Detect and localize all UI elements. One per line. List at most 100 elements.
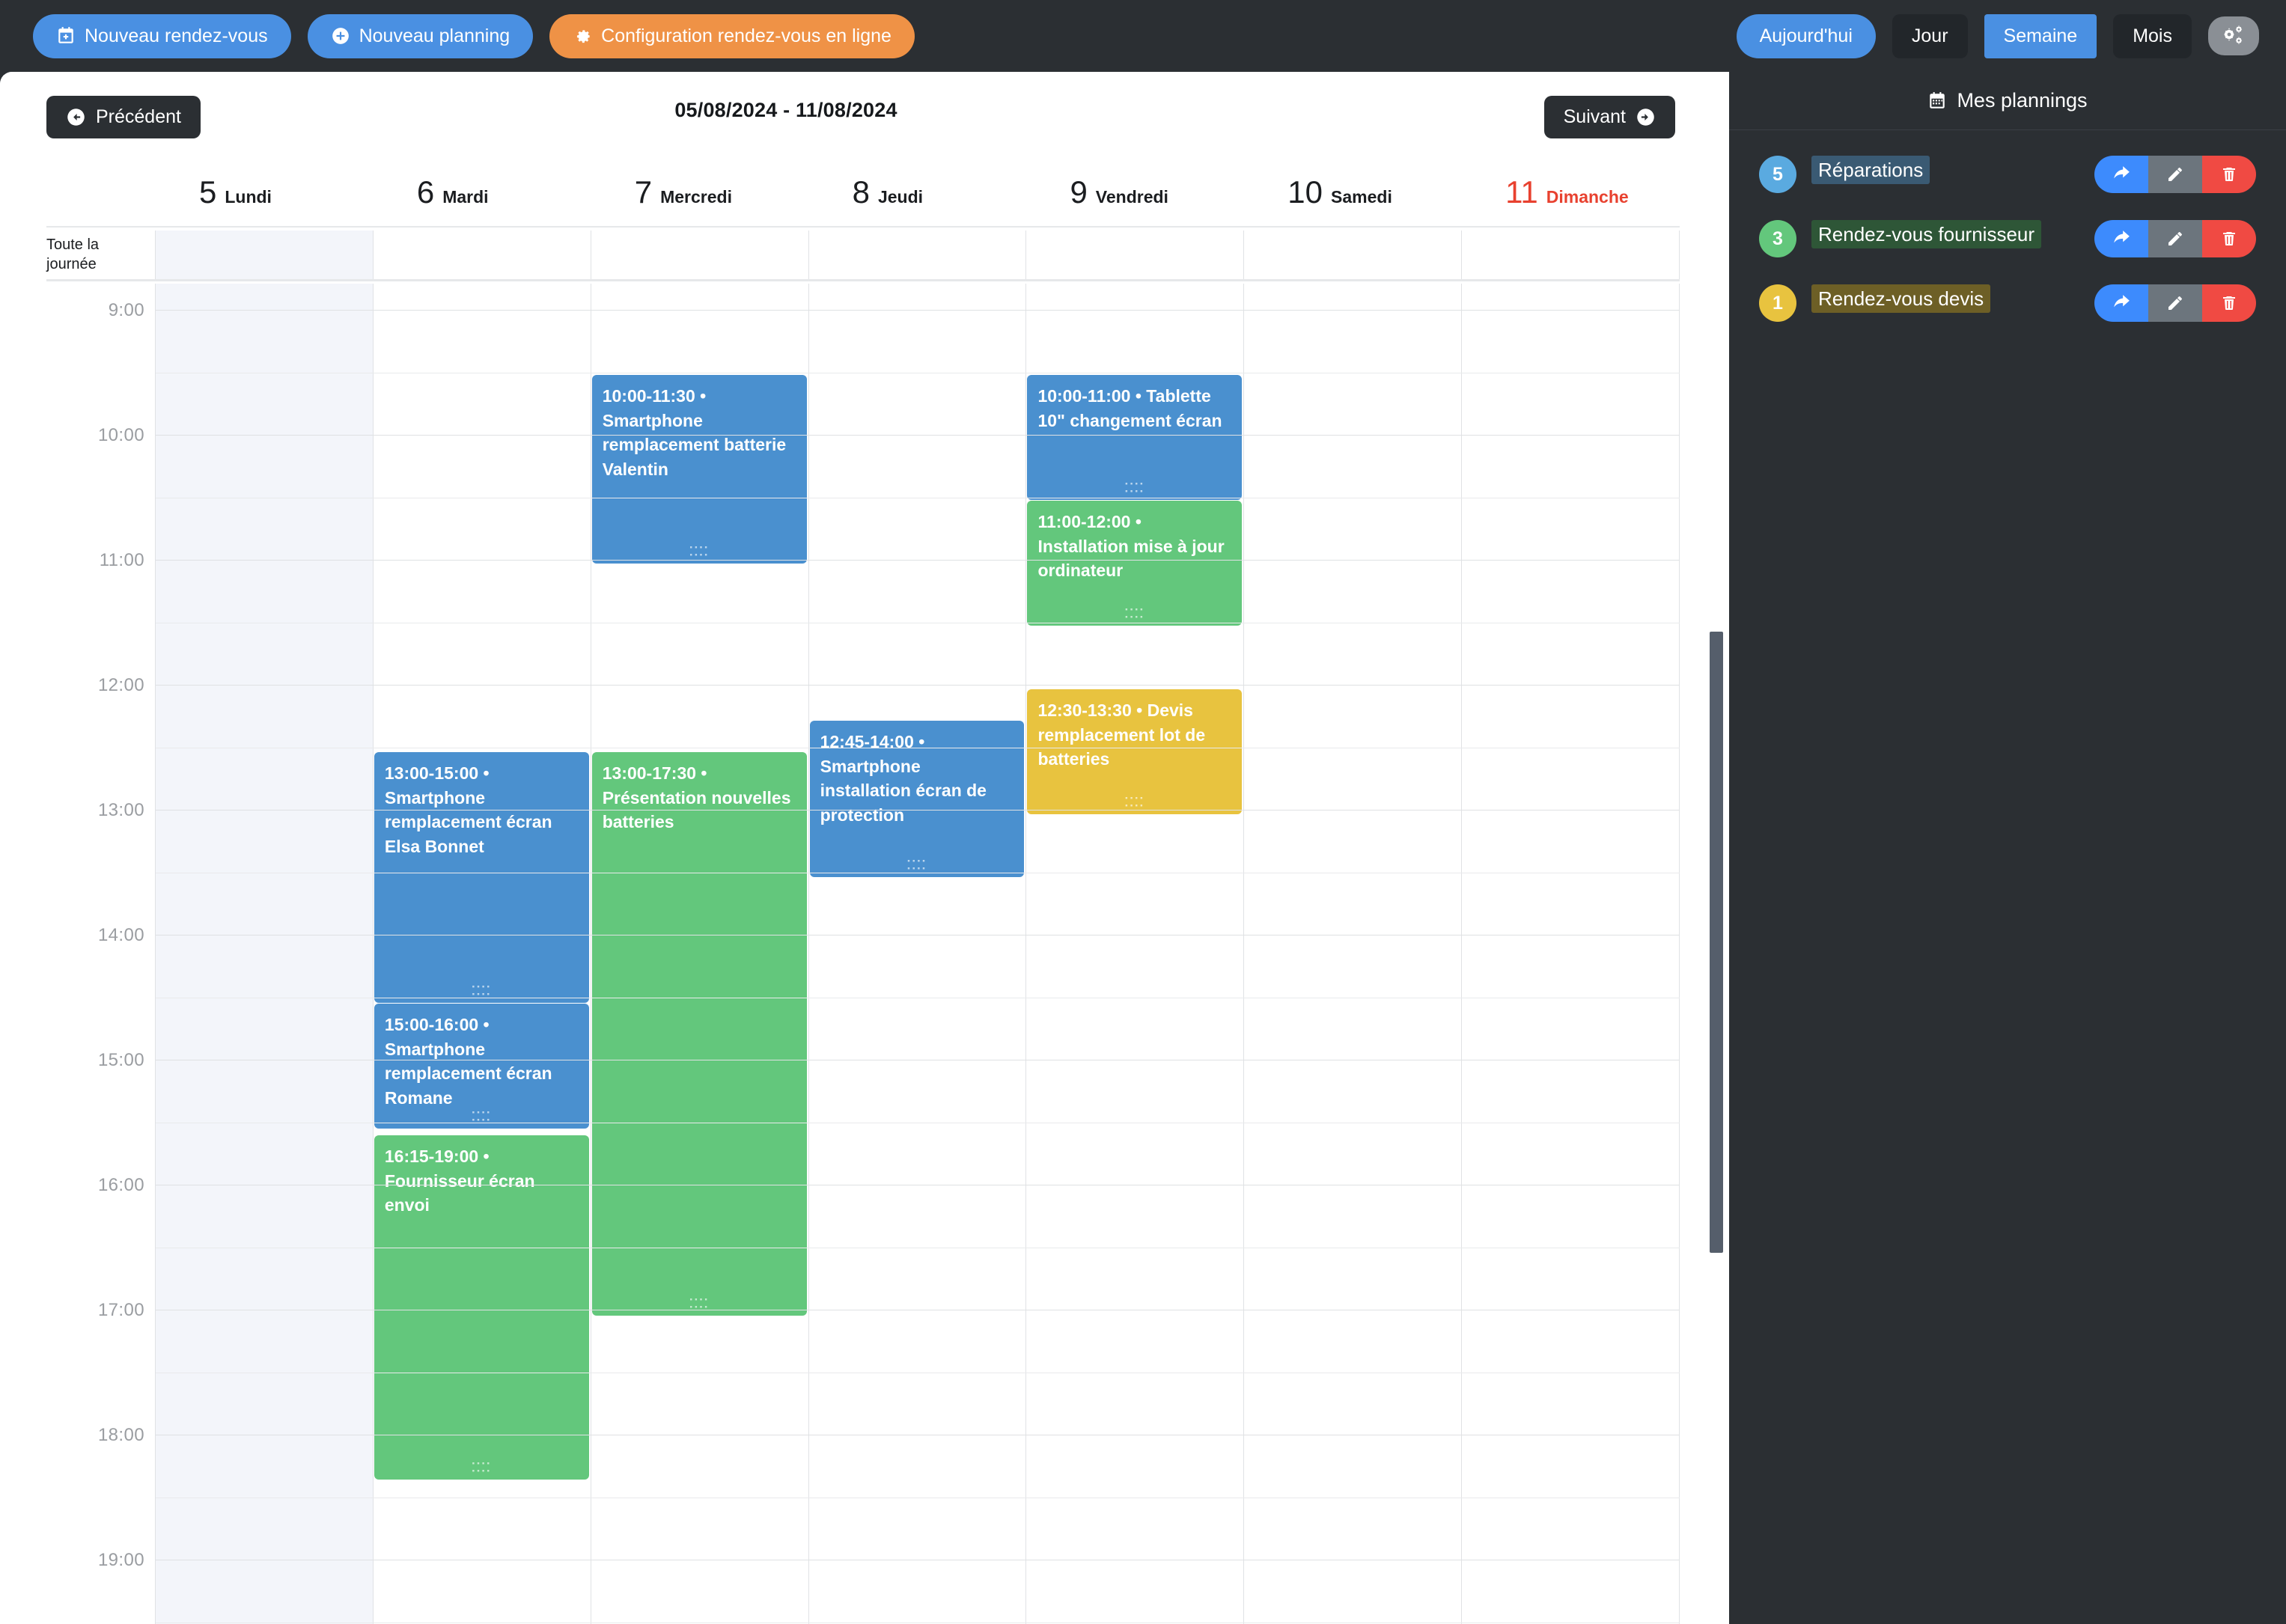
day-header-vendredi[interactable]: 9 Vendredi [1026, 177, 1244, 226]
event-resize-handle[interactable]: ···· ···· [374, 1106, 589, 1126]
pencil-icon[interactable] [2148, 156, 2202, 193]
day-number: 7 [634, 174, 653, 210]
day-header-lundi[interactable]: 5 Lundi [156, 177, 374, 226]
day-column-vendredi[interactable]: 10:00-11:00 • Tablette 10" changement éc… [1026, 284, 1245, 1624]
all-day-cell-mercredi[interactable] [591, 231, 809, 279]
date-range-label: 05/08/2024 - 11/08/2024 [674, 99, 897, 121]
day-header-mercredi[interactable]: 7 Mercredi [591, 177, 809, 226]
view-week-label: Semaine [2003, 25, 2078, 46]
day-name: Vendredi [1095, 187, 1168, 207]
pencil-icon[interactable] [2148, 220, 2202, 257]
calendar-event-text: 15:00-16:00 • Smartphone remplacement éc… [384, 1015, 552, 1108]
calendar-event[interactable]: 16:15-19:00 • Fournisseur écran envoi ···… [374, 1135, 589, 1480]
planning-actions [2094, 284, 2256, 322]
calendar-vertical-scrollbar[interactable] [1710, 632, 1723, 1253]
calendar-event[interactable]: 12:30-13:30 • Devis remplacement lot de … [1027, 689, 1243, 814]
all-day-cell-lundi[interactable] [156, 231, 374, 279]
today-button[interactable]: Aujourd'hui [1736, 13, 1876, 58]
day-column-mardi[interactable]: 13:00-15:00 • Smartphone remplacement éc… [374, 284, 591, 1624]
day-name: Lundi [225, 187, 272, 207]
view-month-button[interactable]: Mois [2113, 13, 2192, 58]
event-resize-handle[interactable]: ···· ···· [374, 980, 589, 1000]
hour-label: 17:00 [97, 1300, 144, 1320]
calendar-nav-row: Précédent 05/08/2024 - 11/08/2024 Suivan… [0, 72, 1729, 154]
day-column-dimanche[interactable] [1462, 284, 1680, 1624]
trash-icon[interactable] [2202, 220, 2256, 257]
calendar-scroll-area[interactable]: 9:00 10:00 11:00 12:00 13:00 14:00 15:00 16:00 1… [46, 284, 1680, 1624]
calendar-event[interactable]: 13:00-15:00 • Smartphone remplacement éc… [374, 752, 589, 1003]
planning-count-badge: 3 [1759, 220, 1796, 257]
calendar-event[interactable]: 11:00-12:00 • Installation mise à jour o… [1027, 501, 1243, 626]
planning-name[interactable]: Réparations [1811, 156, 1930, 184]
all-day-cell-vendredi[interactable] [1026, 231, 1245, 279]
event-resize-handle[interactable]: ···· ···· [592, 1293, 807, 1313]
event-resize-handle[interactable]: ···· ···· [810, 855, 1025, 874]
planning-count-badge: 1 [1759, 284, 1796, 322]
pencil-icon[interactable] [2148, 284, 2202, 322]
day-number: 11 [1505, 174, 1538, 210]
calendar-event[interactable]: 15:00-16:00 • Smartphone remplacement éc… [374, 1004, 589, 1129]
event-resize-handle[interactable]: ···· ···· [592, 541, 807, 561]
hour-label: 11:00 [99, 550, 144, 570]
event-resize-handle[interactable]: ···· ···· [1027, 792, 1242, 811]
top-toolbar: Nouveau rendez-vous Nouveau planning Con… [0, 0, 2286, 72]
calendar-event[interactable]: 12:45-14:00 • Smartphone installation éc… [809, 721, 1025, 877]
day-name: Samedi [1331, 187, 1392, 207]
new-planning-button[interactable]: Nouveau planning [307, 13, 534, 58]
planning-name[interactable]: Rendez-vous devis [1811, 284, 1991, 313]
plus-circle-icon [331, 26, 350, 46]
all-day-cell-dimanche[interactable] [1462, 231, 1680, 279]
calendar-icon [1927, 91, 1947, 111]
planning-name[interactable]: Rendez-vous fournisseur [1811, 220, 2042, 248]
event-resize-handle[interactable]: ···· ···· [1027, 477, 1242, 497]
day-name: Mardi [442, 187, 489, 207]
next-button[interactable]: Suivant [1543, 96, 1675, 138]
day-column-lundi[interactable] [156, 284, 374, 1624]
share-icon[interactable] [2094, 156, 2148, 193]
day-header-samedi[interactable]: 10 Samedi [1244, 177, 1462, 226]
all-day-row: Toute la journée [46, 231, 1680, 281]
all-day-cell-mardi[interactable] [374, 231, 591, 279]
calendar-event[interactable]: 13:00-17:30 • Présentation nouvelles bat… [591, 752, 807, 1316]
day-name: Jeudi [877, 187, 924, 207]
new-planning-label: Nouveau planning [359, 25, 510, 46]
toolbar-right-group: Aujourd'hui Jour Semaine Mois [1736, 13, 2259, 58]
calendar-event-text: 13:00-17:30 • Présentation nouvelles bat… [602, 763, 791, 832]
hour-label: 13:00 [97, 800, 144, 820]
online-config-button[interactable]: Configuration rendez-vous en ligne [549, 13, 915, 58]
gear-icon [573, 26, 592, 46]
view-week-button[interactable]: Semaine [1984, 13, 2097, 58]
calendar-event[interactable]: 10:00-11:30 • Smartphone remplacement ba… [591, 375, 807, 564]
day-header-jeudi[interactable]: 8 Jeudi [809, 177, 1027, 226]
day-column-mercredi[interactable]: 10:00-11:30 • Smartphone remplacement ba… [591, 284, 809, 1624]
calendar-event[interactable]: 10:00-11:00 • Tablette 10" changement éc… [1027, 375, 1243, 500]
hour-gridline [156, 810, 1680, 811]
hour-label: 18:00 [97, 1425, 144, 1445]
event-resize-handle[interactable]: ···· ···· [374, 1457, 589, 1477]
day-column-jeudi[interactable]: 12:45-14:00 • Smartphone installation éc… [809, 284, 1027, 1624]
planning-actions [2094, 156, 2256, 193]
settings-button[interactable] [2208, 16, 2259, 55]
day-column-samedi[interactable] [1244, 284, 1463, 1624]
trash-icon[interactable] [2202, 156, 2256, 193]
view-day-button[interactable]: Jour [1892, 13, 1968, 58]
view-day-label: Jour [1911, 25, 1948, 46]
day-header-mardi[interactable]: 6 Mardi [374, 177, 591, 226]
all-day-cell-jeudi[interactable] [809, 231, 1027, 279]
calendar-event-text: 12:45-14:00 • Smartphone installation éc… [820, 732, 987, 825]
trash-icon[interactable] [2202, 284, 2256, 322]
day-header-dimanche[interactable]: 11 Dimanche [1462, 177, 1680, 226]
planning-name-wrapper: Rendez-vous fournisseur [1811, 220, 2042, 248]
hour-label: 19:00 [97, 1550, 144, 1570]
day-number: 9 [1070, 174, 1088, 210]
event-resize-handle[interactable]: ···· ···· [1027, 603, 1242, 623]
day-number: 5 [199, 174, 217, 210]
day-columns: 13:00-15:00 • Smartphone remplacement éc… [156, 284, 1680, 1624]
all-day-cell-samedi[interactable] [1244, 231, 1463, 279]
planning-row: 5 Réparations [1759, 156, 2256, 195]
hour-gridline [156, 560, 1680, 561]
hour-gridline [156, 685, 1680, 686]
new-appointment-button[interactable]: Nouveau rendez-vous [33, 13, 291, 58]
share-icon[interactable] [2094, 220, 2148, 257]
share-icon[interactable] [2094, 284, 2148, 322]
